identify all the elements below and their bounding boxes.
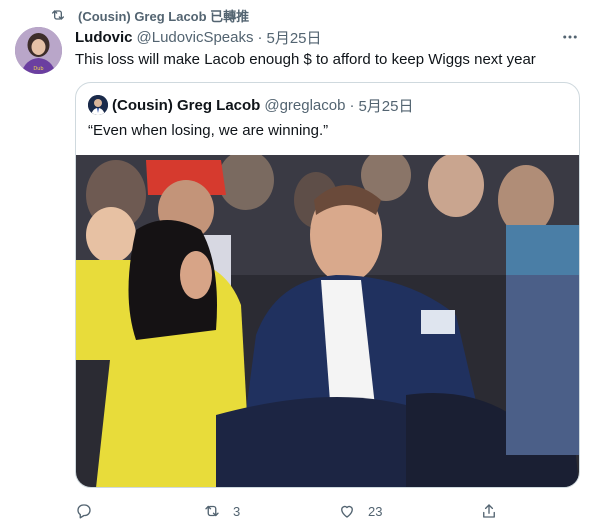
reply-icon (75, 502, 93, 520)
quote-header-separator: · (349, 96, 355, 114)
tweet-header: Ludovic @LudovicSpeaks · 5月25日 (75, 27, 580, 47)
quote-author-name: (Cousin) Greg Lacob (112, 96, 261, 114)
quote-header: (Cousin) Greg Lacob @greglacob · 5月25日 (88, 95, 413, 115)
like-count: 23 (368, 503, 383, 519)
svg-text:Dub: Dub (33, 66, 43, 72)
quote-author-handle: @greglacob (264, 96, 346, 114)
retweet-action-icon (203, 502, 221, 520)
retweet-banner-text: (Cousin) Greg Lacob 已轉推 (78, 8, 250, 24)
header-separator: · (257, 28, 263, 46)
more-icon[interactable] (560, 27, 580, 47)
quote-photo[interactable] (76, 155, 579, 488)
quote-tweet-card[interactable]: (Cousin) Greg Lacob @greglacob · 5月25日 “… (75, 82, 580, 488)
share-button[interactable] (480, 500, 498, 522)
reply-button[interactable] (75, 500, 105, 522)
quote-author-avatar (88, 95, 108, 115)
tweet-text: This loss will make Lacob enough $ to af… (75, 51, 536, 68)
share-icon (480, 502, 498, 520)
author-handle[interactable]: @LudovicSpeaks (137, 29, 254, 46)
quote-date: 5月25日 (358, 97, 414, 115)
author-name[interactable]: Ludovic (75, 29, 133, 46)
retweet-button[interactable]: 3 (203, 500, 240, 522)
retweet-count: 3 (233, 503, 241, 519)
action-bar: 3 23 (75, 500, 505, 522)
retweet-banner[interactable]: (Cousin) Greg Lacob 已轉推 (50, 6, 249, 24)
author-avatar[interactable]: Dub (15, 27, 62, 74)
heart-icon (338, 502, 356, 520)
tweet-date[interactable]: 5月25日 (266, 27, 321, 48)
like-button[interactable]: 23 (338, 500, 382, 522)
quote-text: “Even when losing, we are winning.” (88, 122, 329, 139)
retweet-icon (50, 7, 66, 23)
